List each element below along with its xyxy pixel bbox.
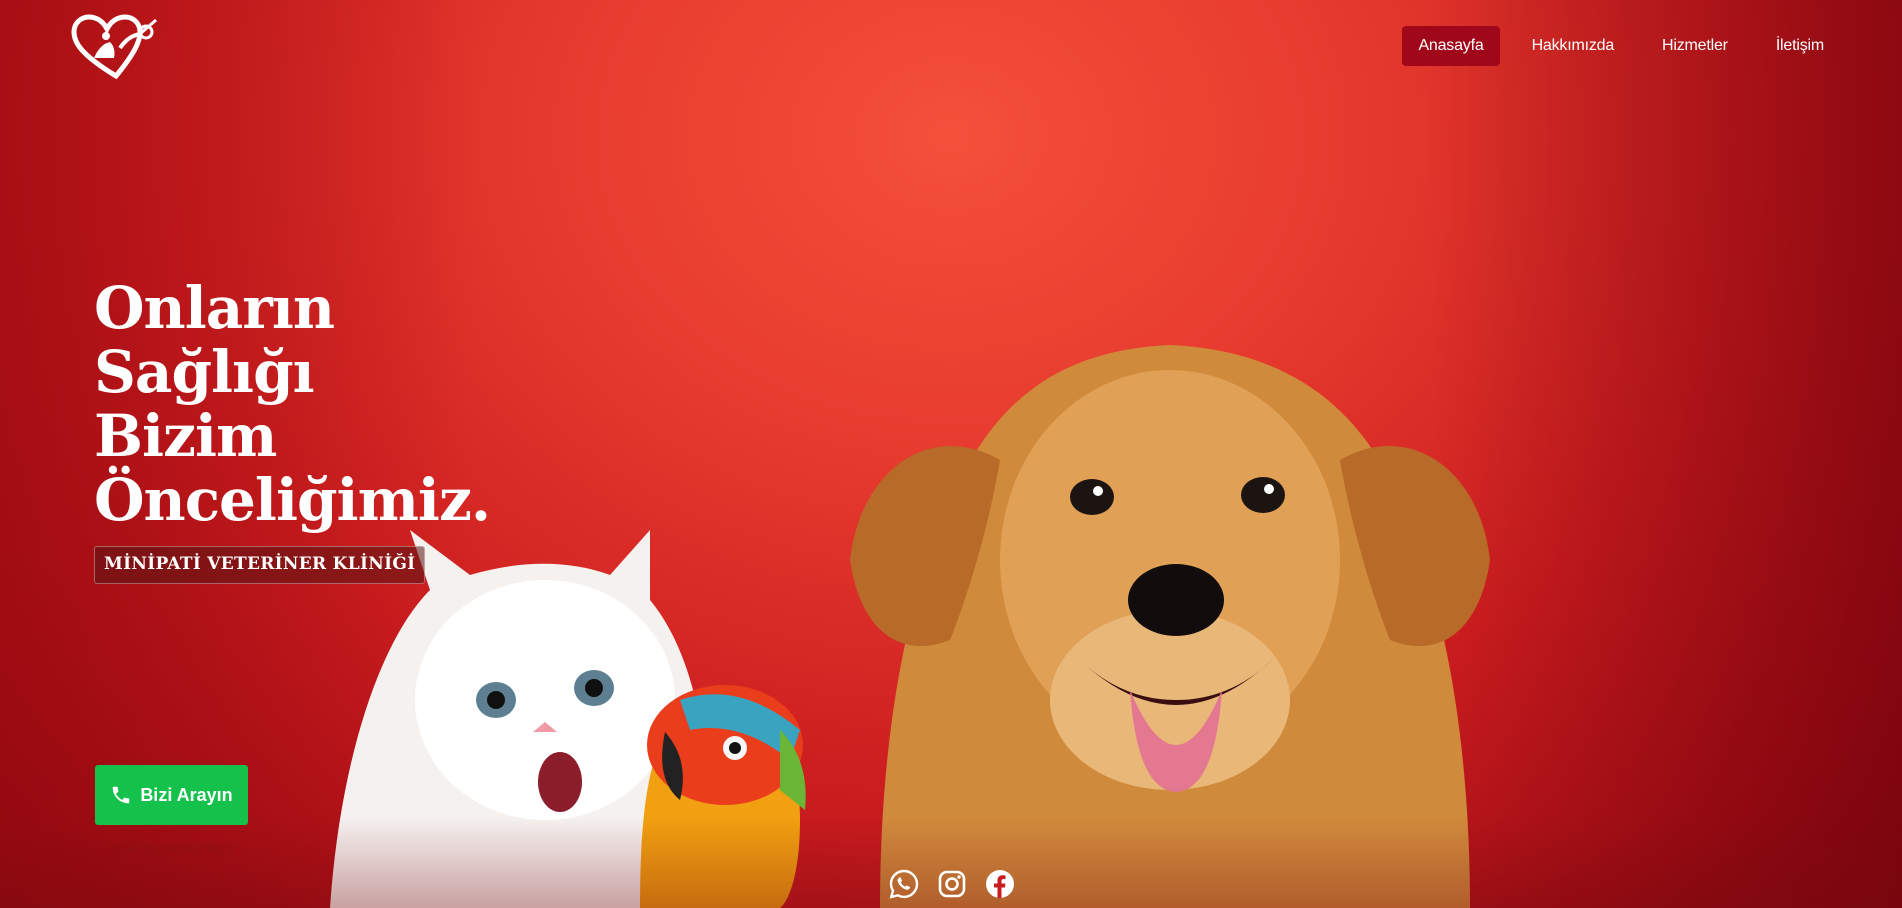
social-links [888, 868, 1016, 900]
main-nav: Anasayfa Hakkımızda Hizmetler İletişim [1402, 26, 1840, 66]
hero-title-line: Bizim [94, 402, 277, 470]
nav-item-iletisim[interactable]: İletişim [1760, 26, 1840, 66]
heart-paw-stethoscope-icon[interactable] [70, 14, 162, 80]
service-hours-note: 7/24 Hizmetinizdeyiz [108, 840, 237, 856]
whatsapp-icon[interactable] [888, 868, 920, 900]
hero-title-line: Onların [94, 274, 335, 342]
facebook-icon[interactable] [984, 868, 1016, 900]
phone-icon [113, 786, 130, 804]
nav-item-anasayfa[interactable]: Anasayfa [1402, 26, 1500, 66]
hero-title: Onların Sağlığı Bizim Önceliğimiz. [94, 274, 491, 534]
hero-title-line: Önceliğimiz. [94, 466, 491, 534]
clinic-name-badge: MİNİPATİ VETERİNER KLİNİĞİ [94, 546, 426, 584]
nav-item-hakkimizda[interactable]: Hakkımızda [1516, 26, 1630, 66]
instagram-icon[interactable] [936, 868, 968, 900]
nav-item-hizmetler[interactable]: Hizmetler [1646, 26, 1744, 66]
call-us-button[interactable]: Bizi Arayın [95, 765, 248, 825]
call-us-label: Bizi Arayın [140, 784, 233, 805]
hero-title-line: Sağlığı [94, 338, 315, 406]
